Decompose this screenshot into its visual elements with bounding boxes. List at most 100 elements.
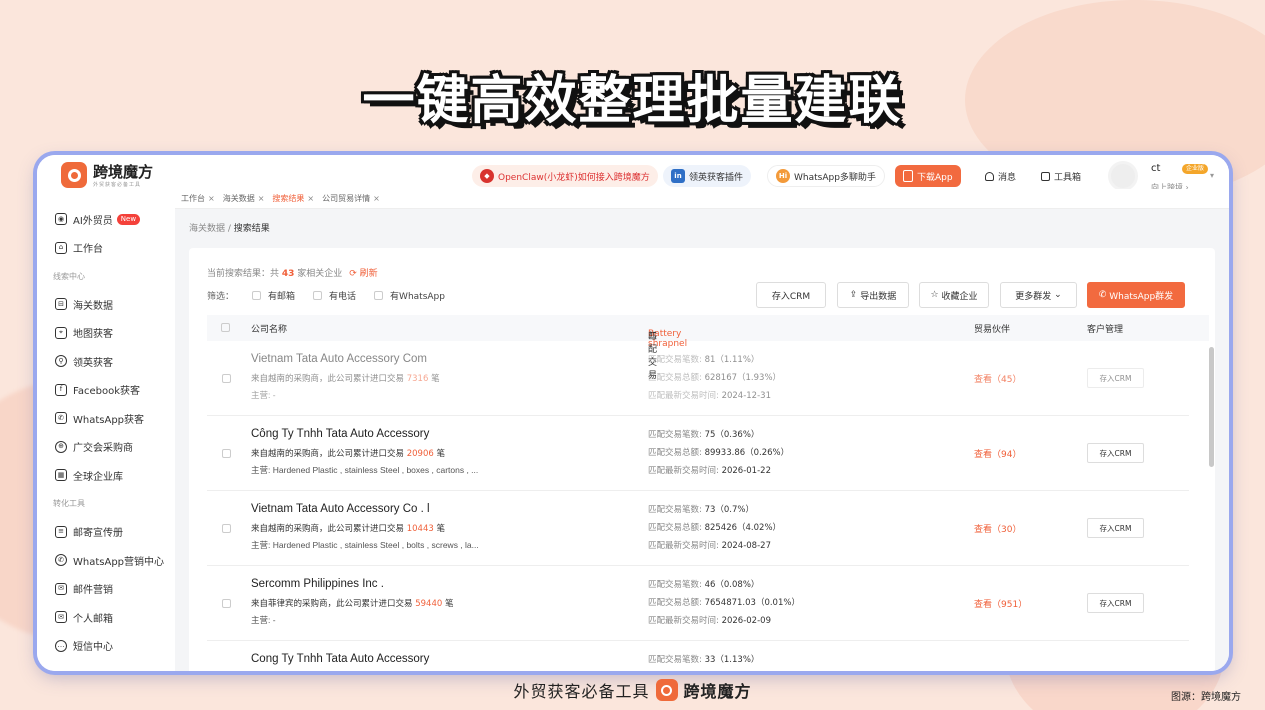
row-checkbox[interactable] <box>222 599 231 608</box>
close-icon[interactable]: × <box>307 194 314 203</box>
sidebar-item-ai-trader[interactable]: ◉ AI外贸员 New <box>37 205 175 234</box>
breadcrumb: 海关数据 / 搜索结果 <box>189 224 270 234</box>
sidebar-item-sms[interactable]: … 短信中心 <box>37 632 175 661</box>
company-name[interactable]: Cong Ty Tnhh Tata Auto Accessory <box>251 653 429 665</box>
sidebar-item-canton-fair[interactable]: ⊕ 广交会采购商 <box>37 433 175 462</box>
sidebar-item-label: 全球企业库 <box>73 471 123 483</box>
sidebar-item-customs[interactable]: ⊟ 海关数据 <box>37 290 175 319</box>
tab-customs[interactable]: 海关数据 × <box>223 193 265 204</box>
table-row[interactable]: Sercomm Philippines Inc . 来自菲律宾的采购商，此公司累计… <box>207 566 1189 641</box>
sidebar-item-whatsapp-leads[interactable]: ✆ WhatsApp获客 <box>37 404 175 433</box>
tab-workbench[interactable]: 工作台 × <box>181 193 215 204</box>
mail-icon: ✉ <box>55 611 67 624</box>
row-checkbox[interactable] <box>222 449 231 458</box>
building-icon: ▦ <box>55 469 67 482</box>
match-latest-date: 匹配最新交易时间: 2026-02-09 <box>648 616 771 626</box>
sidebar-item-brochure[interactable]: ≡ 邮寄宣传册 <box>37 518 175 547</box>
table-row[interactable]: Vietnam Tata Auto Accessory Co . l 来自越南的采… <box>207 491 1189 566</box>
download-app-button[interactable]: 下载App <box>895 165 961 187</box>
save-crm-button[interactable]: 存入CRM <box>756 282 826 308</box>
company-main-products: 主营: Hardened Plastic , stainless Steel ,… <box>251 540 479 550</box>
openclaw-guide-link[interactable]: ◆ OpenClaw(小龙虾)如何接入跨境魔方 <box>472 165 658 187</box>
close-icon[interactable]: × <box>373 194 380 203</box>
user-name: ct <box>1151 163 1161 174</box>
sidebar-item-label: 个人邮箱 <box>73 613 113 625</box>
checkbox[interactable] <box>374 291 384 300</box>
toolbox-button[interactable]: 工具箱 <box>1041 170 1081 183</box>
messages-label: 消息 <box>998 173 1017 183</box>
close-icon[interactable]: × <box>208 194 215 203</box>
sidebar-item-label: 工作台 <box>73 244 103 256</box>
filter-has-whatsapp[interactable]: 有WhatsApp <box>374 289 445 302</box>
view-partners-link[interactable]: 查看（45） <box>974 372 1021 385</box>
sidebar-item-linkedin[interactable]: ⚲ 领英获客 <box>37 347 175 376</box>
whatsapp-broadcast-button[interactable]: ✆ WhatsApp群发 <box>1087 282 1185 308</box>
company-name[interactable]: Công Ty Tnhh Tata Auto Accessory <box>251 428 429 440</box>
sidebar-item-workbench[interactable]: ⌂ 工作台 <box>37 234 175 263</box>
filter-bar: 筛选： 有邮箱 有电话 有WhatsApp <box>207 289 445 302</box>
import-tx-count: 10443 <box>406 524 434 534</box>
avatar[interactable] <box>1108 161 1138 191</box>
company-description: 来自越南的采购商，此公司累计进口交易 7316 笔 <box>251 374 440 384</box>
company-name[interactable]: Vietnam Tata Auto Accessory Co . l <box>251 503 430 515</box>
match-tx-count: 匹配交易笔数: 75（0.36%） <box>648 430 760 440</box>
company-description: 来自越南的采购商，此公司累计进口交易 20906 笔 <box>251 449 445 459</box>
table-row[interactable]: Vietnam Tata Auto Accessory Com 来自越南的采购商，… <box>207 341 1189 416</box>
sidebar-item-personal-mail[interactable]: ✉ 个人邮箱 <box>37 603 175 632</box>
sidebar-item-facebook[interactable]: f Facebook获客 <box>37 376 175 405</box>
scrollbar[interactable] <box>1209 347 1214 467</box>
col-company: 公司名称 <box>251 325 288 335</box>
linkedin-plugin-button[interactable]: in 领英获客插件 <box>663 165 752 187</box>
company-main-products: 主营: Hardened Plastic , stainless Steel ,… <box>251 465 479 475</box>
tab-search-results[interactable]: 搜索结果 × <box>272 193 314 204</box>
save-crm-row-button[interactable]: 存入CRM <box>1087 518 1144 538</box>
more-broadcast-dropdown[interactable]: 更多群发 ⌄ <box>1000 282 1077 308</box>
view-partners-link[interactable]: 查看（30） <box>974 522 1021 535</box>
refresh-button[interactable]: ⟳ 刷新 <box>349 269 377 279</box>
favorite-company-button[interactable]: ☆ 收藏企业 <box>919 282 989 308</box>
view-partners-link[interactable]: 查看（94） <box>974 447 1021 460</box>
row-checkbox[interactable] <box>222 374 231 383</box>
save-crm-row-button[interactable]: 存入CRM <box>1087 368 1144 388</box>
sidebar-item-global-companies[interactable]: ▦ 全球企业库 <box>37 461 175 490</box>
whatsapp-helper-button[interactable]: Hi WhatsApp多聊助手 <box>767 165 885 187</box>
company-name[interactable]: Vietnam Tata Auto Accessory Com <box>251 353 427 365</box>
phone-icon <box>903 170 913 182</box>
row-checkbox[interactable] <box>222 524 231 533</box>
checkbox[interactable] <box>252 291 262 300</box>
filter-has-phone[interactable]: 有电话 <box>313 289 356 302</box>
save-crm-row-button[interactable]: 存入CRM <box>1087 443 1144 463</box>
match-tx-count: 匹配交易笔数: 46（0.08%） <box>648 580 760 590</box>
whatsapp-square-icon: ✆ <box>55 412 67 425</box>
result-summary: 当前搜索结果：共 43 家相关企业 ⟳ 刷新 <box>207 269 378 279</box>
bell-icon <box>985 172 994 181</box>
home-icon: ⌂ <box>55 241 67 254</box>
export-data-button[interactable]: ⇪ 导出数据 <box>837 282 909 308</box>
col-partners: 贸易伙伴 <box>974 325 1011 335</box>
tab-company-detail[interactable]: 公司贸易详情 × <box>322 193 380 204</box>
view-partners-link[interactable]: 查看（951） <box>974 597 1027 610</box>
download-label: 下载App <box>917 172 953 183</box>
table-row[interactable]: Công Ty Tnhh Tata Auto Accessory 来自越南的采购商… <box>207 416 1189 491</box>
select-all-checkbox[interactable] <box>221 323 230 332</box>
checkbox[interactable] <box>313 291 323 300</box>
breadcrumb-parent[interactable]: 海关数据 <box>189 224 225 234</box>
filter-has-email[interactable]: 有邮箱 <box>252 289 295 302</box>
table-header: 公司名称 与 Battery shrapnel 匹配交易 贸易伙伴 客户管理 <box>207 315 1209 381</box>
footer-brand: 跨境魔方 <box>683 682 752 701</box>
sidebar-item-map[interactable]: ⌖ 地图获客 <box>37 319 175 348</box>
whatsapp-icon: ✆ <box>55 554 67 567</box>
messages-button[interactable]: 消息 <box>985 170 1016 183</box>
results-panel: 当前搜索结果：共 43 家相关企业 ⟳ 刷新 筛选： 有邮箱 有电话 有What… <box>189 248 1215 671</box>
company-name[interactable]: Sercomm Philippines Inc . <box>251 578 384 590</box>
save-crm-row-button[interactable]: 存入CRM <box>1087 593 1144 613</box>
match-latest-date: 匹配最新交易时间: 2026-01-22 <box>648 466 771 476</box>
main-content: ◆ OpenClaw(小龙虾)如何接入跨境魔方 in 领英获客插件 Hi Wha… <box>175 155 1229 671</box>
close-icon[interactable]: × <box>258 194 265 203</box>
chevron-down-icon[interactable]: ▾ <box>1210 171 1214 180</box>
sidebar-item-whatsapp-marketing[interactable]: ✆ WhatsApp营销中心 <box>37 546 175 575</box>
app-logo[interactable]: 跨境魔方 外贸获客必备工具 <box>61 162 153 188</box>
sidebar-item-email-marketing[interactable]: ✉ 邮件营销 <box>37 575 175 604</box>
table-row[interactable]: Cong Ty Tnhh Tata Auto Accessory 匹配交易笔数: … <box>207 641 1189 671</box>
match-tx-total: 匹配交易总额: 7654871.03（0.01%） <box>648 598 800 608</box>
